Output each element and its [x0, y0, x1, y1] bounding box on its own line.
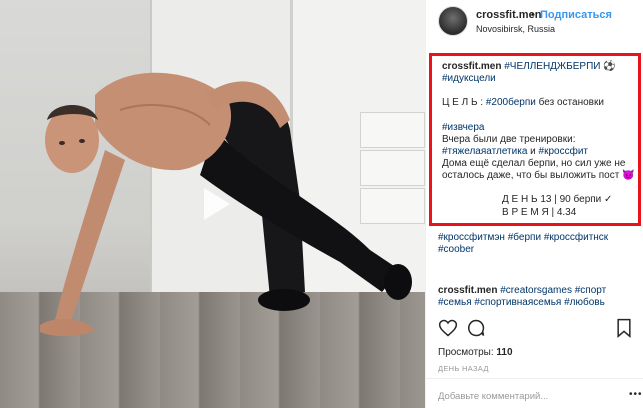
hashtag[interactable]: #идуксцели	[442, 73, 496, 84]
caption-text: Дома ещё сделал берпи, но сил уже не	[442, 158, 626, 169]
caption-line: #coober	[438, 244, 474, 256]
comment-input[interactable]: Добавьте комментарий...	[438, 391, 548, 402]
post-header: crossfit.men • Подписаться Novosibirsk, …	[426, 0, 643, 44]
caption-text: Вчера были две тренировки:	[442, 134, 576, 145]
devil-emoji: 😈	[622, 170, 635, 181]
caption-line: осталось даже, что бы выложить пост 😈	[442, 170, 635, 182]
hashtag[interactable]: #извчера	[442, 122, 485, 133]
caption-line: #кроссфитмэн #берпи #кроссфитнск	[438, 232, 608, 244]
separator-dot: •	[531, 9, 535, 21]
comment-line: #семья #спортивнаясемья #любовь	[438, 297, 605, 309]
caption-text: и	[530, 146, 536, 157]
more-options-icon[interactable]: •••	[629, 389, 643, 400]
hashtag[interactable]: #семья	[438, 297, 472, 308]
hashtag[interactable]: #берпи	[508, 232, 541, 243]
day-counter: Д Е Н Ь 13 | 90 берпи ✓	[502, 194, 613, 205]
views-label: Просмотры:	[438, 347, 494, 358]
goal-label: Ц Е Л Ь :	[442, 97, 484, 108]
time-counter: В Р Е М Я | 4.34	[502, 207, 577, 218]
views-count: Просмотры: 110	[438, 347, 513, 358]
hashtag[interactable]: #ЧЕЛЛЕНДЖБЕРПИ	[504, 61, 600, 72]
caption-line: crossfit.men #ЧЕЛЛЕНДЖБЕРПИ ⚽	[442, 61, 616, 73]
hashtag[interactable]: #тяжелаяатлетика	[442, 146, 527, 157]
bookmark-icon[interactable]	[614, 318, 634, 338]
caption-text: осталось даже, что бы выложить пост	[442, 170, 620, 181]
caption-line: Ц Е Л Ь : #200берпи без остановки	[442, 97, 604, 109]
caption-line: Дома ещё сделал берпи, но сил уже не	[442, 158, 625, 170]
location-link[interactable]: Novosibirsk, Russia	[476, 24, 555, 34]
views-value: 110	[496, 347, 513, 358]
follow-button[interactable]: Подписаться	[540, 9, 612, 21]
post-time[interactable]: ДЕНЬ НАЗАД	[438, 364, 489, 373]
ball-emoji: ⚽	[603, 61, 616, 72]
comment-icon[interactable]	[466, 318, 486, 338]
comment-line: crossfit.men #creatorsgames #спорт	[438, 285, 606, 297]
caption-line: В Р Е М Я | 4.34	[502, 207, 576, 219]
caption-line: Вчера были две тренировки:	[442, 134, 576, 146]
hashtag[interactable]: #кроссфит	[539, 146, 588, 157]
caption-line: #извчера	[442, 122, 485, 134]
hashtag[interactable]: #спорт	[575, 285, 606, 296]
hashtag[interactable]: #200берпи	[486, 97, 536, 108]
hashtag[interactable]: #спортивнаясемья	[474, 297, 561, 308]
caption-line: #тяжелаяатлетика и #кроссфит	[442, 146, 588, 158]
hashtag[interactable]: #кроссфитнск	[544, 232, 608, 243]
caption-line: Д Е Н Ь 13 | 90 берпи ✓	[502, 194, 612, 206]
heart-icon[interactable]	[438, 318, 458, 338]
comment-author[interactable]: crossfit.men	[438, 285, 497, 296]
hashtag[interactable]: #coober	[438, 244, 474, 255]
caption-line: #идуксцели	[442, 73, 496, 85]
avatar[interactable]	[438, 6, 468, 36]
post-media[interactable]	[0, 0, 425, 408]
hashtag[interactable]: #creatorsgames	[500, 285, 572, 296]
caption-text: без остановки	[538, 97, 604, 108]
caption-author[interactable]: crossfit.men	[442, 61, 501, 72]
play-icon[interactable]	[190, 180, 238, 228]
caption-highlight: crossfit.men #ЧЕЛЛЕНДЖБЕРПИ ⚽ #идуксцели…	[429, 53, 641, 226]
post-sidebar: crossfit.men • Подписаться Novosibirsk, …	[425, 0, 643, 408]
action-bar	[426, 318, 643, 342]
hashtag[interactable]: #любовь	[564, 297, 605, 308]
hashtag[interactable]: #кроссфитмэн	[438, 232, 505, 243]
comment-form: Добавьте комментарий... •••	[426, 378, 643, 408]
